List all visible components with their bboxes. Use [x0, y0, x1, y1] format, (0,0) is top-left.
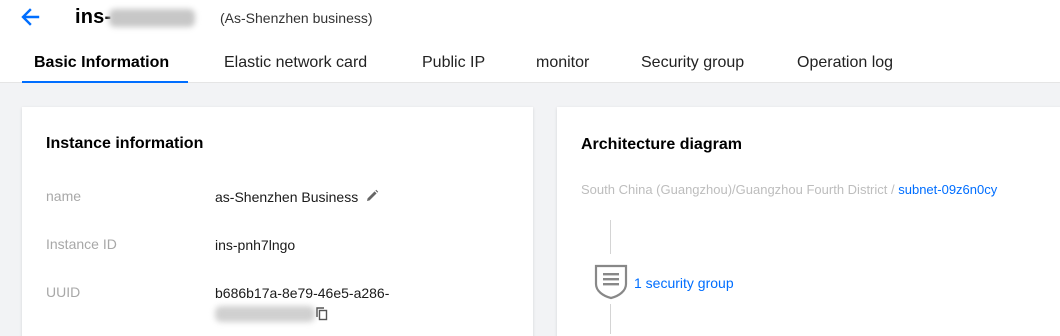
active-tab-indicator [22, 81, 188, 83]
redacted-uuid-suffix [215, 306, 315, 322]
instance-id-label: Instance ID [46, 236, 117, 252]
diagram-connector-top [610, 220, 611, 254]
tab-public-ip[interactable]: Public IP [422, 54, 485, 72]
instance-information-title: Instance information [46, 135, 204, 152]
instance-information-card: Instance information name as-Shenzhen Bu… [22, 107, 533, 336]
name-value: as-Shenzhen Business [215, 189, 359, 205]
tab-basic-information[interactable]: Basic Information [34, 54, 169, 72]
security-group-link[interactable]: 1 security group [634, 275, 734, 291]
page-subtitle: (As-Shenzhen business) [220, 10, 373, 26]
tab-elastic-network-card[interactable]: Elastic network card [224, 54, 367, 72]
top-bar: ins- (As-Shenzhen business) Basic Inform… [0, 0, 1060, 83]
copy-icon[interactable] [316, 307, 328, 321]
region-zone-path: South China (Guangzhou)/Guangzhou Fourth… [581, 182, 899, 197]
tab-operation-log[interactable]: Operation log [797, 54, 893, 72]
redacted-instance-id [109, 9, 195, 27]
name-label: name [46, 188, 82, 204]
tab-monitor[interactable]: monitor [536, 54, 589, 72]
security-group-shield-icon [594, 264, 628, 300]
uuid-label: UUID [46, 284, 81, 300]
pencil-icon[interactable] [365, 189, 379, 203]
architecture-diagram-card: Architecture diagram South China (Guangz… [557, 107, 1060, 336]
network-path: South China (Guangzhou)/Guangzhou Fourth… [581, 182, 997, 197]
uuid-value: b686b17a-8e79-46e5-a286- [215, 285, 390, 301]
instance-id-value: ins-pnh7lngo [215, 237, 296, 253]
diagram-connector-bottom [610, 304, 611, 334]
tab-security-group[interactable]: Security group [641, 54, 744, 72]
architecture-diagram-title: Architecture diagram [581, 136, 742, 153]
back-arrow-icon[interactable] [20, 6, 42, 28]
tab-bar: Basic Information Elastic network card P… [0, 50, 1060, 83]
page-title: ins- [75, 6, 112, 28]
subnet-link[interactable]: subnet-09z6n0cy [898, 182, 997, 197]
